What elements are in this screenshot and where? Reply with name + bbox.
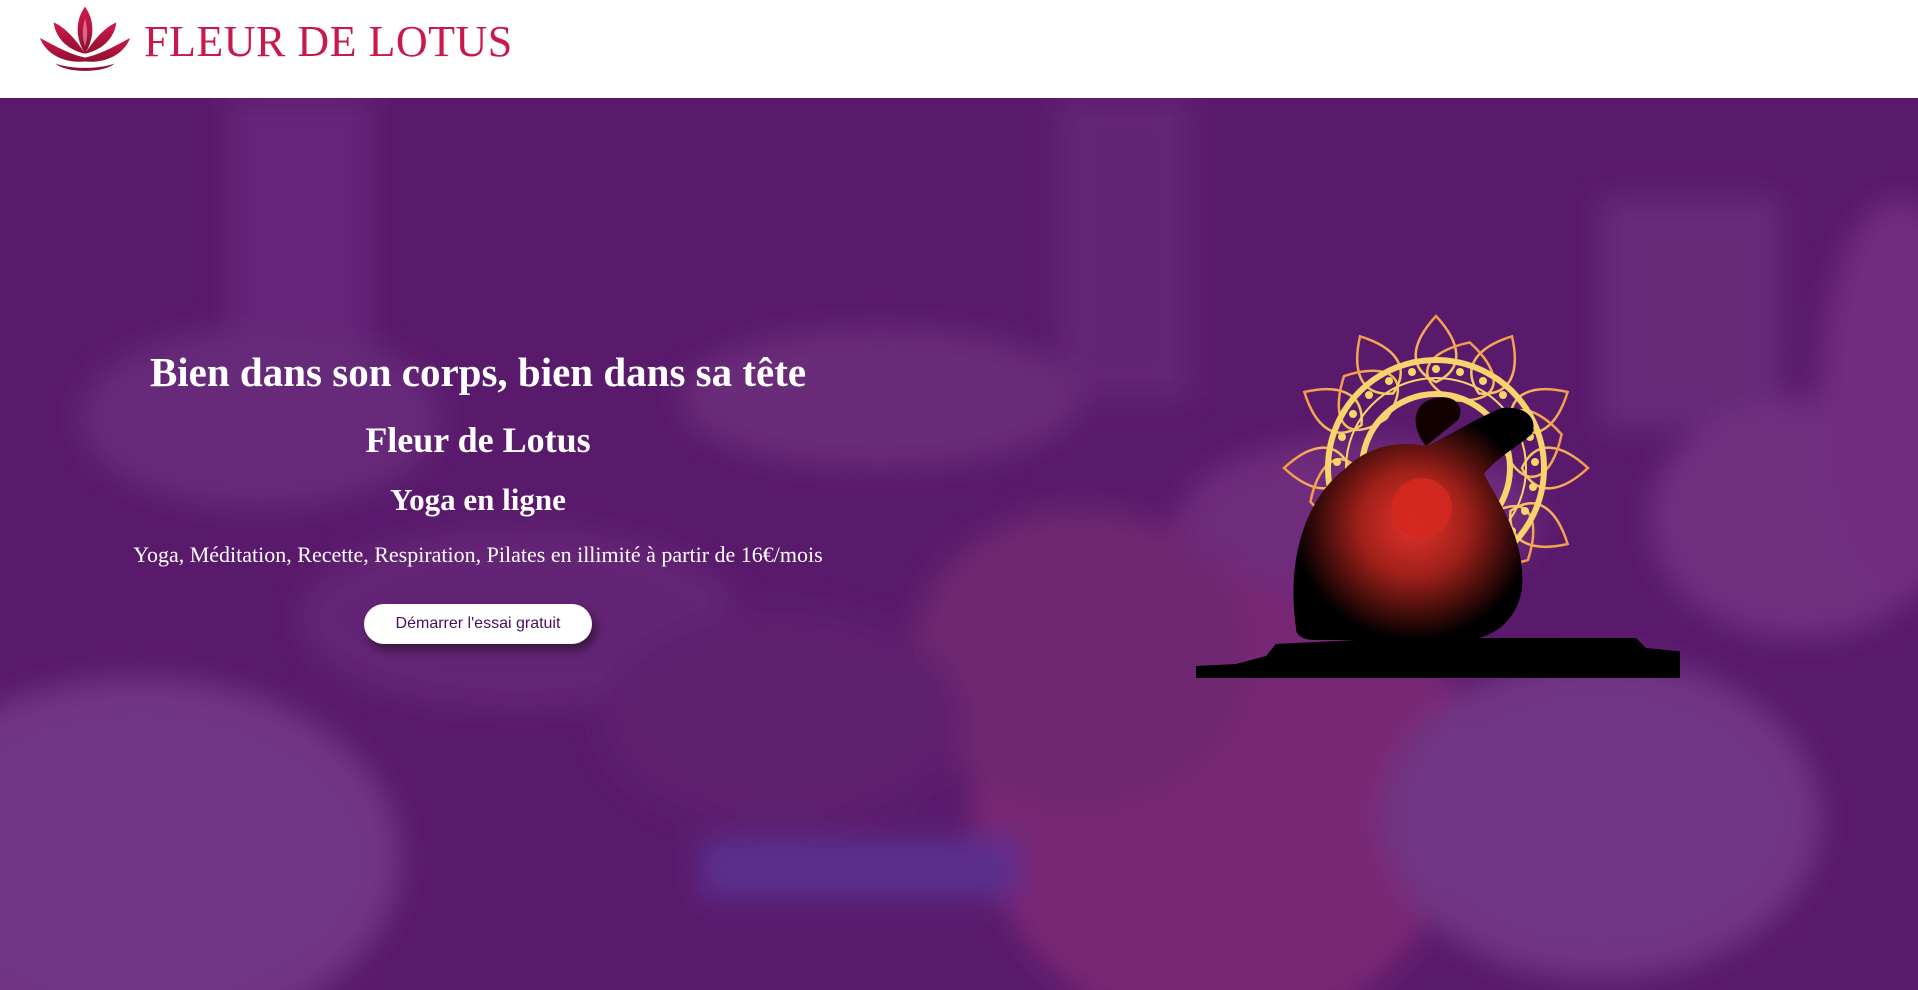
- hero-tagline: Yoga, Méditation, Recette, Respiration, …: [133, 542, 823, 567]
- hero-headline: Bien dans son corps, bien dans sa tête: [149, 349, 807, 395]
- hero-subtitle: Yoga en ligne: [390, 482, 566, 517]
- hero-content: Bien dans son corps, bien dans sa tête F…: [60, 348, 896, 644]
- site-logo[interactable]: FLEUR DE LOTUS: [36, 0, 513, 80]
- site-header: FLEUR DE LOTUS: [0, 0, 1918, 98]
- start-free-trial-button[interactable]: Démarrer l'essai gratuit: [364, 604, 592, 644]
- yoga-mandala-illustration: [1196, 314, 1680, 678]
- lotus-icon: [39, 6, 131, 71]
- logo-text: FLEUR DE LOTUS: [144, 17, 513, 66]
- hero-section: Bien dans son corps, bien dans sa tête F…: [0, 98, 1918, 990]
- hero-brand-name: Fleur de Lotus: [365, 420, 591, 460]
